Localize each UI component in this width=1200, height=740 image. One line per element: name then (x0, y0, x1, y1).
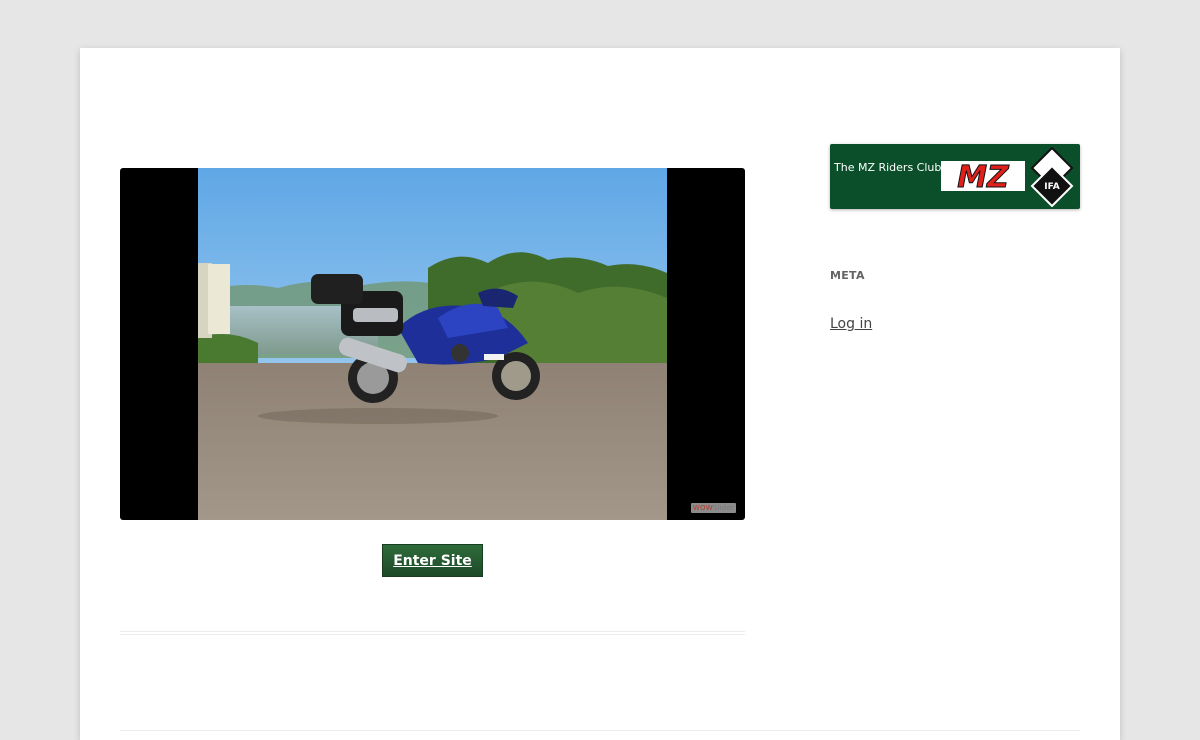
banner-club-name: The MZ Riders Club (834, 161, 942, 174)
page-container: WOWSlider Enter Site The MZ Riders Club … (80, 48, 1120, 740)
mz-ifa-logo: MZ IFA (941, 147, 1074, 207)
mz-riders-club-banner[interactable]: The MZ Riders Club MZ IFA (830, 144, 1080, 209)
entry-divider (120, 631, 745, 635)
watermark-brand: WOW (692, 504, 713, 512)
slider-watermark: WOWSlider (690, 503, 736, 513)
slide-photo-motorcycle (198, 168, 667, 520)
motorcycle-lake-photo (198, 168, 667, 520)
login-link[interactable]: Log in (830, 316, 872, 332)
enter-site-button[interactable]: Enter Site (382, 544, 483, 577)
logo-mz-text: MZ (957, 160, 1010, 195)
image-slideshow[interactable]: WOWSlider (120, 168, 745, 520)
logo-ifa-text: IFA (1044, 182, 1059, 192)
meta-widget-heading: META (830, 269, 865, 282)
watermark-suffix: Slider (712, 504, 734, 512)
footer-divider (120, 730, 1080, 731)
